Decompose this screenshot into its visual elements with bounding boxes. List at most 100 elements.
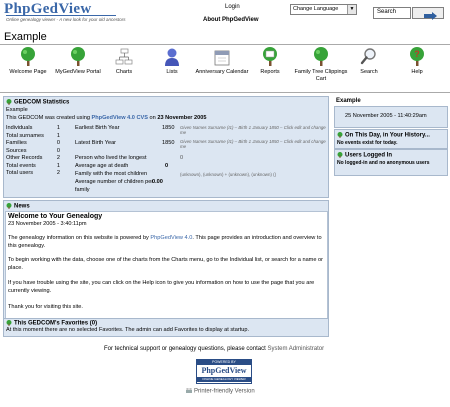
latest-birth-label: Latest Birth Year — [75, 140, 117, 146]
news-paragraph-4: Thank you for visiting this site. — [8, 304, 83, 310]
logo-tagline: Online genealogy viewer - A new look for… — [6, 17, 126, 22]
menu-label: Lists — [166, 69, 178, 75]
menu-reports[interactable]: Reports — [242, 47, 298, 76]
favorites-title: This GEDCOM's Favorites (0) — [14, 320, 98, 327]
count-row: Families 0 — [6, 140, 72, 148]
count-value: 0 — [56, 147, 60, 154]
favorites-block: This GEDCOM's Favorites (0) At this mome… — [3, 318, 329, 337]
count-row: Individuals 1 — [6, 125, 72, 133]
news-paragraph-3: If you have trouble using the site, you … — [8, 280, 315, 294]
count-row: Total events 1 — [6, 163, 72, 171]
badge-main: PhpGedView — [201, 366, 247, 375]
printer-friendly-label: Printer-friendly Version — [194, 388, 255, 395]
datetime-block: 25 November 2005 - 11:40:29am — [334, 106, 448, 128]
count-value: 0 — [56, 140, 60, 146]
search-go-button[interactable] — [412, 7, 444, 20]
count-value: 2 — [56, 155, 60, 161]
most-children-desc[interactable]: (unknown), (unknown) + (unknown), (unkno… — [180, 172, 276, 177]
count-label: Total surnames — [6, 132, 44, 139]
svg-text:?: ? — [414, 49, 420, 59]
latest-birth-value: 1850 — [162, 140, 175, 146]
support-prefix: For technical support or genealogy quest… — [104, 346, 266, 352]
news-date: 23 November 2005 - 3:40:11pm — [8, 221, 87, 227]
system-administrator-link[interactable]: System Administrator — [267, 346, 324, 352]
support-line: For technical support or genealogy quest… — [104, 346, 324, 352]
menu-help[interactable]: ? Help — [389, 47, 445, 76]
count-row: Total surnames 1 — [6, 133, 72, 141]
tree-icon — [69, 47, 87, 67]
news-paragraph-2: To begin working with the data, choose o… — [8, 257, 323, 271]
arrow-right-icon — [424, 12, 437, 20]
on-this-day-text: No events exist for today. — [337, 140, 398, 146]
news-content: Welcome to Your Genealogy 23 November 20… — [5, 211, 328, 319]
badge-bottom: ONLINE GENEALOGY VIEWER — [197, 377, 251, 382]
users-logged-in-block: Users Logged In No logged-in and no anon… — [334, 149, 448, 176]
count-value: 1 — [56, 162, 60, 169]
news-header: News — [6, 203, 30, 210]
latest-birth-desc[interactable]: Given Names Surname (I1) – Birth 1 Janua… — [180, 139, 326, 149]
longest-lived-label: Person who lived the longest — [75, 155, 147, 161]
about-phpgedview-link[interactable]: About PhpGedView — [203, 17, 259, 23]
tree-icon — [337, 132, 343, 138]
news-p1-pre: The genealogy information on this websit… — [8, 235, 149, 241]
calendar-icon — [213, 47, 231, 67]
tree-icon — [6, 320, 12, 326]
count-row: Total users 2 — [6, 170, 72, 178]
longest-lived-value: 0 — [180, 155, 184, 161]
phpgedview-link[interactable]: PhpGedView 4.0 — [150, 235, 192, 241]
on-this-day-header: On This Day, in Your History... — [337, 132, 430, 139]
tree-icon — [312, 47, 330, 67]
printer-friendly-link[interactable]: Printer-friendly Version — [186, 387, 255, 395]
menu-lists[interactable]: Lists — [144, 47, 200, 76]
created-on: on — [149, 115, 156, 121]
count-value: 2 — [56, 170, 60, 176]
count-value: 1 — [56, 125, 60, 131]
avg-age-death-value: 0 — [165, 163, 169, 169]
gedcom-statistics-block: GEDCOM Statistics Example This GEDCOM wa… — [3, 96, 329, 198]
tree-icon — [337, 152, 343, 158]
news-heading: Welcome to Your Genealogy — [8, 213, 103, 220]
count-row: Sources 0 — [6, 148, 72, 156]
phpgedview-logo[interactable]: PhpGedView Online genealogy viewer - A n… — [4, 1, 154, 23]
count-label: Total events — [6, 162, 36, 169]
avg-children-label: Average number of children per family — [75, 179, 154, 193]
gedcom-statistics-header: GEDCOM Statistics — [6, 99, 69, 106]
tree-icon — [6, 203, 12, 209]
avg-age-death-label: Average age at death — [75, 163, 129, 169]
chart-icon — [115, 47, 133, 67]
on-this-day-title: On This Day, in Your History... — [345, 132, 430, 139]
chevron-down-icon: ▼ — [347, 5, 356, 14]
search-input[interactable]: Search — [373, 7, 411, 19]
news-paragraph-1: The genealogy information on this websit… — [8, 235, 323, 250]
users-logged-in-text: No logged-in and no anonymous users — [337, 160, 430, 166]
tree-icon — [6, 99, 12, 105]
page-title: Example — [4, 31, 47, 43]
menu-label: Reports — [260, 69, 280, 75]
gedcom-created-line: This GEDCOM was created using PhpGedView… — [6, 115, 206, 123]
tree-icon — [19, 47, 37, 67]
current-datetime: 25 November 2005 - 11:40:29am — [345, 113, 427, 119]
avg-children-value: 0.00 — [152, 179, 163, 185]
language-select[interactable]: Change Language ▼ — [290, 4, 357, 15]
users-logged-in-title: Users Logged In — [345, 152, 393, 159]
created-date: 23 November 2005 — [157, 115, 207, 121]
printer-icon — [186, 387, 192, 394]
count-label: Sources — [6, 147, 27, 154]
count-label: Total users — [6, 170, 34, 176]
count-label: Other Records — [6, 155, 43, 161]
counts-table: Individuals 1 Total surnames 1 Families 0 S… — [6, 125, 72, 178]
badge-top: POWERED BY — [197, 360, 251, 365]
powered-by-badge[interactable]: POWERED BY PhpGedView ONLINE GENEALOGY V… — [196, 359, 252, 384]
earliest-birth-desc[interactable]: Given Names Surname (I1) – Birth 1 Janua… — [180, 125, 326, 135]
logo-underline — [6, 15, 116, 16]
most-children-label: Family with the most children — [75, 171, 148, 177]
count-label: Individuals — [6, 125, 33, 131]
login-link[interactable]: Login — [225, 4, 240, 10]
favorites-header: This GEDCOM's Favorites (0) — [6, 320, 97, 327]
search-input-value: Search — [377, 9, 397, 15]
statistics-subtitle: Example — [6, 107, 28, 113]
reports-icon — [261, 47, 279, 67]
question-icon: ? — [408, 47, 426, 67]
menu-label: Welcome Page — [9, 69, 47, 75]
menu-welcome-page[interactable]: Welcome Page — [0, 47, 56, 76]
